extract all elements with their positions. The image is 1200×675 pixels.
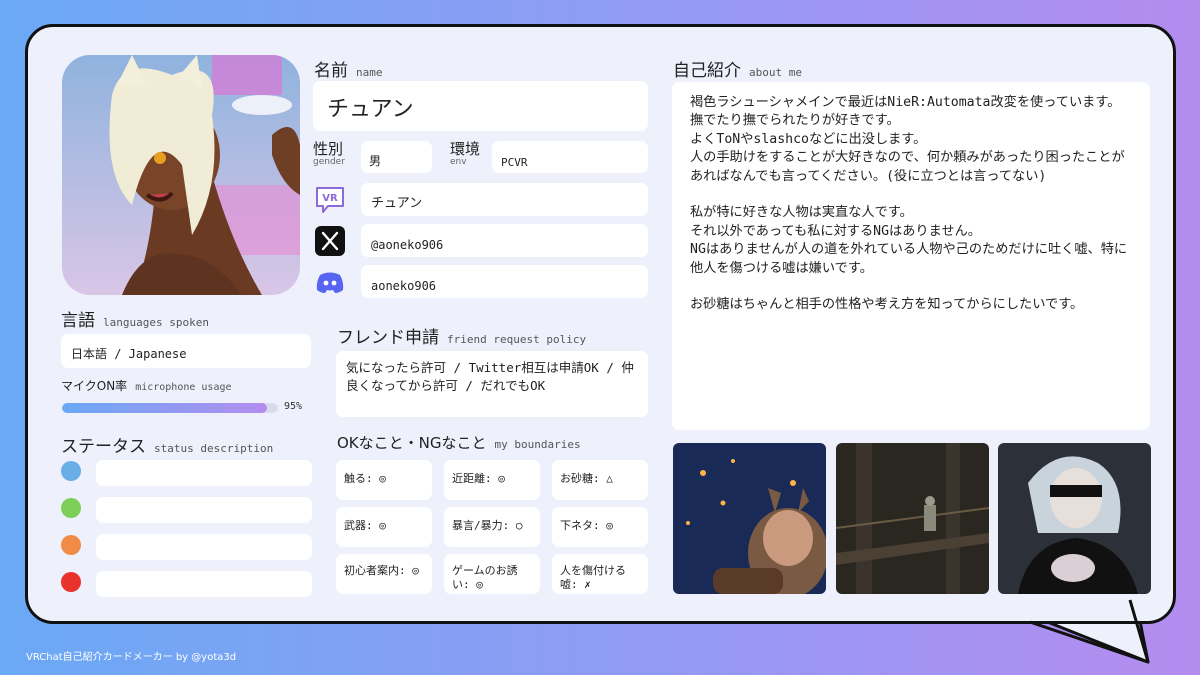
photo-android — [998, 443, 1151, 594]
boundary-item: 触る: ◎ — [336, 460, 432, 500]
discord-icon — [316, 272, 344, 293]
status-field-2 — [96, 497, 312, 523]
languages-heading: 言語 languages spoken — [61, 311, 209, 331]
boundary-item: 下ネタ: ◎ — [552, 507, 648, 547]
x-icon — [315, 226, 345, 256]
env-field: PCVR — [492, 141, 648, 173]
boundary-item: 近距離: ◎ — [444, 460, 540, 500]
about-heading: 自己紹介 about me — [673, 61, 802, 81]
status-dot-orange — [61, 535, 81, 555]
status-heading: ステータス status description — [61, 437, 274, 457]
name-heading: 名前 name — [314, 61, 383, 81]
status-dot-green — [61, 498, 81, 518]
microphone-progress-bar — [62, 403, 278, 413]
vrchat-name-field: チュアン — [361, 183, 648, 216]
friend-request-heading: フレンド申請 friend request policy — [337, 328, 587, 348]
boundary-item: 初心者案内: ◎ — [336, 554, 432, 594]
boundary-item: 人を傷付ける嘘: ✗ — [552, 554, 648, 594]
boundary-item: お砂糖: △ — [552, 460, 648, 500]
languages-field: 日本語 / Japanese — [61, 334, 311, 368]
photo-lanterns — [673, 443, 826, 594]
name-field: チュアン — [313, 81, 648, 131]
friend-request-field: 気になったら許可 / Twitter相互は申請OK / 仲良くなってから許可 /… — [336, 351, 648, 417]
boundary-item: 武器: ◎ — [336, 507, 432, 547]
status-dot-blue — [61, 461, 81, 481]
env-label: 環境 env — [450, 140, 481, 167]
status-dot-red — [61, 572, 81, 592]
discord-handle-field: aoneko906 — [361, 265, 648, 298]
vrchat-icon: VR — [316, 187, 344, 213]
svg-text:VR: VR — [322, 193, 338, 204]
x-handle-field: @aoneko906 — [361, 224, 648, 257]
microphone-percent: 95% — [284, 401, 303, 412]
boundary-item: ゲームのお誘い: ◎ — [444, 554, 540, 594]
boundary-item: 暴言/暴力: ○ — [444, 507, 540, 547]
gender-field: 男 — [361, 141, 432, 173]
footer-credit: VRChat自己紹介カードメーカー by @yota3d — [26, 652, 237, 663]
gender-label: 性別 gender — [313, 140, 345, 167]
microphone-progress-fill — [62, 403, 268, 413]
status-field-1 — [96, 460, 312, 486]
boundaries-heading: OKなこと・NGなこと my boundaries — [337, 434, 581, 452]
photo-dark-bridge — [836, 443, 989, 594]
avatar-image — [62, 55, 300, 295]
status-field-3 — [96, 534, 312, 560]
status-field-4 — [96, 571, 312, 597]
about-field: 褐色ラシューシャメインで最近はNieR:Automata改変を使っています。 撫… — [672, 82, 1150, 430]
microphone-heading: マイクON率 microphone usage — [61, 379, 232, 393]
